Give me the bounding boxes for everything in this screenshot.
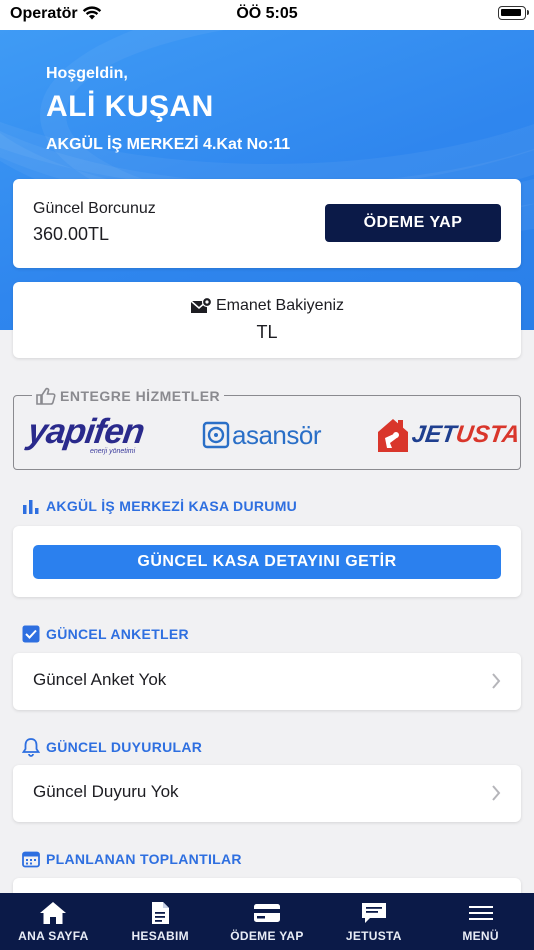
- announcements-header: GÜNCEL DUYURULAR: [22, 737, 202, 757]
- clock: ÖÖ 5:05: [236, 5, 298, 22]
- announcement-row-label: Güncel Duyuru Yok: [33, 782, 179, 801]
- cash-status-title: AKGÜL İŞ MERKEZİ KASA DURUMU: [46, 498, 298, 514]
- home-icon: [40, 902, 67, 924]
- get-cash-details-button[interactable]: GÜNCEL KASA DETAYINI GETİR: [33, 545, 501, 579]
- document-icon: [152, 902, 170, 924]
- envelope-icon: [190, 297, 212, 313]
- announcements-title: GÜNCEL DUYURULAR: [46, 739, 203, 755]
- surveys-header: GÜNCEL ANKETLER: [22, 625, 189, 643]
- pay-button[interactable]: ÖDEME YAP: [325, 204, 501, 242]
- tab-jetusta-label: JETUSTA: [345, 929, 402, 943]
- debt-card: Güncel Borcunuz 360.00TL ÖDEME YAP: [13, 179, 521, 268]
- escrow-value: TL: [256, 322, 278, 342]
- status-bar: Operatör ÖÖ 5:05: [0, 0, 534, 30]
- user-address: AKGÜL İŞ MERKEZİ 4.Kat No:11: [46, 136, 291, 153]
- bell-icon: [22, 738, 40, 757]
- asansor-logo[interactable]: asansör: [202, 410, 322, 460]
- services-title: ENTEGRE HİZMETLER: [60, 388, 221, 404]
- calendar-icon: [22, 851, 40, 868]
- user-name: ALİ KUŞAN: [46, 90, 214, 123]
- tab-account-label: HESABIM: [131, 929, 189, 943]
- battery-icon: [498, 6, 529, 20]
- tab-home-label: ANA SAYFA: [18, 929, 89, 943]
- meetings-header: PLANLANAN TOPLANTILAR: [22, 850, 242, 868]
- tab-menu[interactable]: MENÜ: [427, 893, 534, 950]
- bar-chart-icon: [23, 500, 39, 514]
- escrow-card: Emanet Bakiyeniz TL: [13, 282, 521, 358]
- yapifen-logo[interactable]: yapifen enerji yönetimi: [25, 410, 158, 460]
- tab-menu-label: MENÜ: [462, 929, 499, 943]
- debt-value: 360.00TL: [33, 224, 110, 244]
- thumbs-up-icon: [36, 387, 56, 405]
- tab-account[interactable]: HESABIM: [107, 893, 214, 950]
- meetings-title: PLANLANAN TOPLANTILAR: [46, 851, 242, 867]
- tab-jetusta[interactable]: JETUSTA: [320, 893, 427, 950]
- surveys-title: GÜNCEL ANKETLER: [46, 626, 189, 642]
- tab-bar: ANA SAYFA HESABIM ÖDEME YAP JETUSTA MENÜ: [0, 893, 534, 950]
- cash-status-header: AKGÜL İŞ MERKEZİ KASA DURUMU: [22, 498, 297, 514]
- jetusta-house-icon: [378, 419, 408, 452]
- debt-label: Güncel Borcunuz: [33, 200, 156, 217]
- chat-icon: [361, 903, 386, 923]
- credit-card-icon: [253, 904, 280, 922]
- announcement-row[interactable]: Güncel Duyuru Yok: [13, 765, 521, 822]
- survey-row[interactable]: Güncel Anket Yok: [13, 653, 521, 710]
- escrow-label: Emanet Bakiyeniz: [215, 297, 345, 314]
- chevron-right-icon: [492, 673, 501, 689]
- greeting-text: Hoşgeldin,: [46, 65, 128, 82]
- asansor-icon: [202, 421, 230, 449]
- chevron-right-icon: [492, 785, 501, 801]
- integrated-services: ENTEGRE HİZMETLER yapifen enerji yönetim…: [13, 387, 522, 470]
- tab-home[interactable]: ANA SAYFA: [0, 893, 107, 950]
- tab-payment[interactable]: ÖDEME YAP: [214, 893, 321, 950]
- tab-payment-label: ÖDEME YAP: [230, 929, 304, 943]
- jetusta-logo[interactable]: JET USTA: [376, 410, 522, 460]
- cash-card: GÜNCEL KASA DETAYINI GETİR: [13, 526, 521, 597]
- survey-row-label: Güncel Anket Yok: [33, 670, 167, 689]
- checkbox-icon: [22, 625, 40, 643]
- menu-icon: [468, 906, 493, 920]
